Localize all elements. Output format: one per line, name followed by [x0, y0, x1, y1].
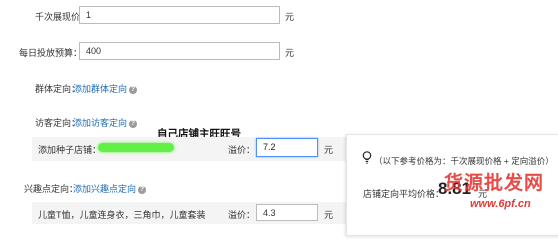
- add-interest-target-link[interactable]: 添加兴趣点定向?: [73, 182, 147, 195]
- add-visitor-target-link[interactable]: 添加访客定向?: [73, 116, 138, 129]
- add-visitor-target-link-text[interactable]: 添加访客定向: [73, 118, 127, 128]
- interest-bid-unit: 元: [324, 210, 334, 220]
- avg-price-label: 店铺定向平均价格：: [363, 189, 445, 199]
- interest-bid-label: 溢价：: [228, 210, 256, 220]
- help-icon[interactable]: ?: [129, 119, 138, 128]
- seed-bid-label: 溢价：: [228, 145, 256, 155]
- cpm-unit: 元: [285, 12, 295, 22]
- interest-item-text: 儿童T恤，儿童连身衣，三角巾，儿童套装: [38, 210, 206, 220]
- add-interest-target-link-text[interactable]: 添加兴趣点定向: [73, 184, 136, 194]
- watermark-text: 货源批发网: [444, 173, 545, 194]
- cpm-input[interactable]: 1: [79, 6, 280, 24]
- help-icon[interactable]: ?: [129, 85, 138, 94]
- seed-bid-unit: 元: [324, 145, 334, 155]
- lightbulb-icon: [362, 151, 372, 164]
- seed-bid-input[interactable]: 7.2: [256, 138, 318, 157]
- add-group-target-link[interactable]: 添加群体定向?: [73, 82, 138, 95]
- help-icon[interactable]: ?: [138, 185, 147, 194]
- budget-label: 每日投放预算：: [19, 48, 83, 58]
- tooltip-text: （以下参考价格为：千次展现价格 + 定向溢价）: [374, 156, 554, 166]
- interest-target-label: 兴趣点定向：: [24, 184, 79, 194]
- budget-unit: 元: [285, 48, 295, 58]
- watermark-url: www.6pf.cn: [470, 198, 531, 210]
- interest-bid-input[interactable]: 4.3: [256, 204, 318, 221]
- budget-input[interactable]: 400: [79, 42, 280, 60]
- seed-shop-label: 添加种子店铺：: [38, 145, 102, 155]
- add-group-target-link-text[interactable]: 添加群体定向: [73, 84, 127, 94]
- redaction-scribble: [98, 143, 174, 152]
